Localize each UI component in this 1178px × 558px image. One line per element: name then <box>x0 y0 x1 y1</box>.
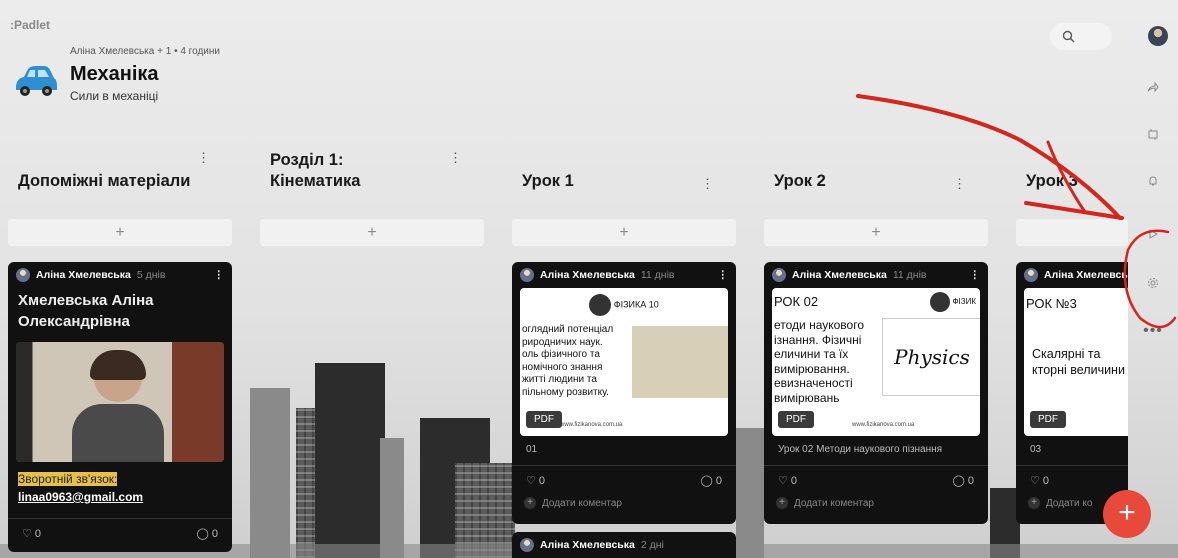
pdf-illustration <box>632 326 728 398</box>
pdf-header: РОК 02 <box>774 294 819 309</box>
post-card[interactable]: Аліна Хмелевська 5 днів ⋮ Хмелевська Алі… <box>8 262 232 552</box>
bell-icon <box>1149 176 1157 186</box>
post-card[interactable]: Аліна Хмелевська 11 днів ⋮ ФІЗИКА 10 огл… <box>512 262 736 524</box>
pdf-preview[interactable]: РОК №3 Скалярні та кторні величини PDF <box>1024 288 1128 436</box>
column-menu-icon[interactable]: ⋮ <box>197 150 210 166</box>
remake-icon <box>1148 129 1158 140</box>
pdf-footer: www.fizikanova.com.ua <box>852 422 915 428</box>
column-menu-icon[interactable]: ⋮ <box>701 176 714 192</box>
add-post-fab[interactable]: + <box>1103 490 1151 538</box>
add-post-button[interactable]: + <box>260 219 484 246</box>
pdf-text: Скалярні та кторні величини <box>1032 347 1125 377</box>
comment-count[interactable]: ◯ 0 <box>197 527 219 540</box>
add-post-button[interactable] <box>1016 219 1128 246</box>
like-button[interactable]: ♡ 0 <box>526 474 545 487</box>
add-comment[interactable]: + Додати коментар <box>512 491 736 517</box>
pdf-preview[interactable]: РОК 02 ФІЗИК етоди наукового ізнання. Фі… <box>772 288 980 436</box>
email-link[interactable]: linaa0963@gmail.com <box>18 490 143 504</box>
pdf-badge: PDF <box>778 411 814 428</box>
post-title: Хмелевська Аліна Олександрівна <box>18 292 154 330</box>
post-caption: 03 <box>1030 444 1042 455</box>
column-title: Допоміжні матеріали <box>18 172 191 190</box>
post-time: 2 дні <box>640 539 664 551</box>
post-card[interactable]: Аліна Хмелевсь РОК №3 Скалярні та кторні… <box>1016 262 1128 524</box>
board-subtitle: Сили в механіці <box>70 89 159 103</box>
post-caption: 01 <box>526 444 538 455</box>
post-menu-icon[interactable]: ⋮ <box>214 269 225 281</box>
pdf-text: етоди наукового ізнання. Фізичні еличини… <box>774 318 865 405</box>
author-avatar <box>772 268 786 282</box>
column-title: Урок 2 <box>774 172 826 190</box>
more-icon: ••• <box>1143 322 1163 339</box>
author-avatar <box>1024 268 1038 282</box>
section-column: Урок 2 ⋮ <box>764 142 988 200</box>
notifications-button[interactable] <box>1138 166 1168 196</box>
pdf-badge: PDF <box>1030 411 1066 428</box>
section-column: Розділ 1: Кінематика ⋮ <box>260 142 484 200</box>
pdf-text: оглядний потенціал риродничих наук. оль … <box>522 324 614 398</box>
post-author: Аліна Хмелевська <box>540 269 635 281</box>
post-caption: Урок 02 Методи наукового пізнання <box>778 444 943 455</box>
section-column: Урок 3 <box>1016 142 1128 200</box>
like-button[interactable]: ♡ 0 <box>22 527 41 540</box>
pdf-preview[interactable]: ФІЗИКА 10 оглядний потенціал риродничих … <box>520 288 728 436</box>
comment-count[interactable]: ◯ 0 <box>701 474 723 487</box>
post-photo[interactable] <box>16 342 224 462</box>
column-title: Урок 1 <box>522 172 574 190</box>
column-title: Розділ 1: Кінематика <box>270 151 361 190</box>
section-column: Допоміжні матеріали ⋮ <box>8 142 232 200</box>
physics-doodle: Physics <box>894 345 970 369</box>
car-icon <box>16 66 57 96</box>
column-menu-icon[interactable]: ⋮ <box>449 150 462 166</box>
add-post-button[interactable]: + <box>512 219 736 246</box>
board-header: Аліна Хмелевська + 1 • 4 години Механіка… <box>12 44 220 103</box>
more-button[interactable]: ••• <box>1138 316 1168 346</box>
user-avatar[interactable] <box>1148 26 1168 46</box>
add-post-button[interactable]: + <box>8 219 232 246</box>
post-card[interactable]: Аліна Хмелевська 11 днів ⋮ РОК 02 ФІЗИК … <box>764 262 988 524</box>
play-icon <box>1149 229 1159 239</box>
author-avatar <box>520 538 534 552</box>
post-menu-icon[interactable]: ⋮ <box>970 269 981 281</box>
pdf-badge: PDF <box>526 411 562 428</box>
settings-button[interactable] <box>1138 268 1168 298</box>
pdf-footer: www.fizikanova.com.ua <box>560 422 623 428</box>
post-author: Аліна Хмелевська <box>540 539 635 551</box>
right-action-rail: ••• <box>1132 0 1178 558</box>
add-post-button[interactable]: + <box>764 219 988 246</box>
like-button[interactable]: ♡ 0 <box>1030 474 1049 487</box>
author-avatar <box>520 268 534 282</box>
add-comment[interactable]: + Додати коментар <box>764 491 988 517</box>
post-card[interactable]: Аліна Хмелевська 2 дні <box>512 532 736 558</box>
board-meta: Аліна Хмелевська + 1 • 4 години <box>70 46 220 57</box>
like-button[interactable]: ♡ 0 <box>778 474 797 487</box>
feedback-label: Зворотній зв'язок: <box>18 472 118 486</box>
padlet-logo[interactable]: :Padlet <box>10 18 50 32</box>
pdf-header-right: ФІЗИК <box>952 297 976 307</box>
post-time: 11 днів <box>892 269 927 281</box>
post-author: Аліна Хмелевська <box>792 269 887 281</box>
column-menu-icon[interactable]: ⋮ <box>953 176 966 192</box>
share-button[interactable] <box>1138 72 1168 102</box>
author-avatar <box>16 268 30 282</box>
post-author: Аліна Хмелевсь <box>1044 269 1128 281</box>
board-title: Механіка <box>70 63 159 85</box>
remake-button[interactable] <box>1138 119 1168 149</box>
post-time: 5 днів <box>136 269 166 281</box>
share-icon <box>1147 81 1159 93</box>
post-time: 11 днів <box>640 269 675 281</box>
post-author: Аліна Хмелевська <box>36 269 131 281</box>
comment-count[interactable]: ◯ 0 <box>953 474 975 487</box>
section-column: Урок 1 ⋮ <box>512 142 736 200</box>
slideshow-button[interactable] <box>1138 219 1168 249</box>
gear-icon <box>1148 278 1158 288</box>
search-icon <box>1062 30 1075 43</box>
post-menu-icon[interactable]: ⋮ <box>718 269 729 281</box>
search-button[interactable] <box>1050 23 1112 50</box>
pdf-header: ФІЗИКА 10 <box>613 299 659 310</box>
pdf-header: РОК №3 <box>1026 296 1077 311</box>
column-title: Урок 3 <box>1026 172 1078 190</box>
